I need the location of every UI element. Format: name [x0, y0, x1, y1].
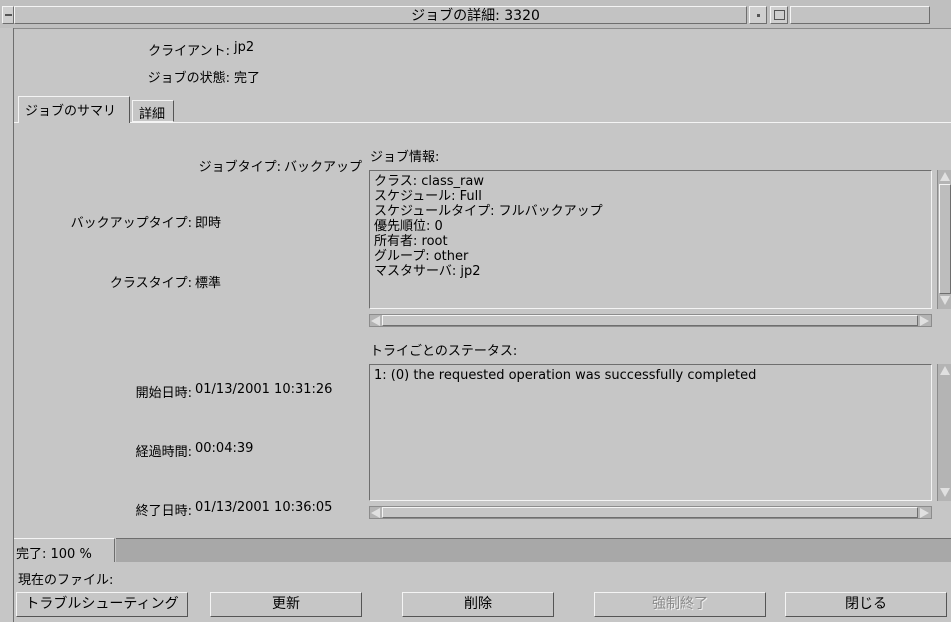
job-info-line: 優先順位: 0	[374, 219, 443, 234]
job-info-vertical-scrollbar[interactable]	[937, 170, 951, 309]
backup-type-value: 即時	[195, 216, 222, 231]
tab-job-summary[interactable]: ジョブのサマリ	[18, 96, 130, 123]
try-status-vertical-scrollbar[interactable]	[937, 364, 951, 501]
force-end-button[interactable]: 強制終了	[594, 592, 766, 617]
backup-type-label: バックアップタイプ:	[70, 216, 192, 231]
scroll-down-arrow-icon[interactable]	[940, 488, 950, 497]
tab-details-label: 詳細	[139, 107, 166, 122]
progress-label-text: 完了: 100 %	[16, 547, 92, 562]
scroll-left-arrow-icon[interactable]	[371, 316, 380, 326]
scroll-right-arrow-icon[interactable]	[920, 508, 929, 518]
progress-label: 完了: 100 %	[14, 538, 115, 562]
class-type-label: クラスタイプ:	[109, 276, 192, 291]
job-info-scroll-thumb[interactable]	[939, 184, 951, 294]
start-time-label: 開始日時:	[135, 386, 192, 401]
title-bar[interactable]: ジョブの詳細: 3320	[0, 0, 951, 29]
job-info-heading: ジョブ情報:	[370, 150, 440, 165]
scroll-right-arrow-icon[interactable]	[920, 316, 929, 326]
job-info-textarea[interactable]: クラス: class_raw スケジュール: Full スケジュールタイプ: フ…	[369, 170, 932, 309]
troubleshooting-button[interactable]: トラブルシューティング	[16, 592, 188, 617]
start-time-value: 01/13/2001 10:31:26	[195, 382, 333, 397]
end-time-label: 終了日時:	[135, 504, 192, 519]
refresh-button[interactable]: 更新	[210, 592, 362, 617]
job-info-line: クラス: class_raw	[374, 174, 484, 189]
current-file-label: 現在のファイル:	[18, 573, 114, 588]
scroll-down-arrow-icon[interactable]	[940, 296, 950, 305]
end-time-value: 01/13/2001 10:36:05	[195, 500, 333, 515]
job-info-line: スケジュールタイプ: フルバックアップ	[374, 204, 603, 219]
job-info-line: 所有者: root	[374, 234, 448, 249]
window-left-border	[0, 28, 14, 622]
class-type-value: 標準	[195, 276, 222, 291]
job-type-value: バックアップ	[284, 160, 363, 175]
delete-button[interactable]: 削除	[402, 592, 554, 617]
elapsed-time-label: 経過時間:	[135, 445, 192, 460]
try-status-line: 1: (0) the requested operation was succe…	[374, 368, 757, 383]
elapsed-time-value: 00:04:39	[195, 441, 254, 456]
job-info-horizontal-scrollbar[interactable]	[369, 314, 932, 327]
try-status-hscroll-thumb[interactable]	[382, 507, 918, 518]
tab-details[interactable]: 詳細	[132, 100, 174, 122]
job-info-line: スケジュール: Full	[374, 189, 482, 204]
try-status-horizontal-scrollbar[interactable]	[369, 506, 932, 519]
progress-bar-fill	[116, 539, 951, 562]
job-info-line: マスタサーバ: jp2	[374, 264, 481, 279]
close-button[interactable]: 閉じる	[785, 592, 947, 617]
client-label: クライアント:	[148, 44, 230, 59]
job-status-value: 完了	[234, 71, 261, 86]
scroll-up-arrow-icon[interactable]	[940, 172, 950, 181]
client-value: jp2	[234, 40, 255, 55]
window-title: ジョブの詳細: 3320	[411, 8, 540, 24]
job-status-label: ジョブの状態:	[147, 71, 230, 86]
progress-bar	[116, 538, 951, 562]
try-status-heading: トライごとのステータス:	[370, 344, 518, 359]
job-info-line: グループ: other	[374, 249, 469, 264]
try-status-textarea[interactable]: 1: (0) the requested operation was succe…	[369, 364, 932, 501]
scroll-left-arrow-icon[interactable]	[371, 508, 380, 518]
job-info-hscroll-thumb[interactable]	[382, 315, 918, 326]
scroll-up-arrow-icon[interactable]	[940, 366, 950, 375]
tab-job-summary-label: ジョブのサマリ	[25, 104, 117, 119]
job-type-label: ジョブタイプ:	[198, 160, 281, 175]
